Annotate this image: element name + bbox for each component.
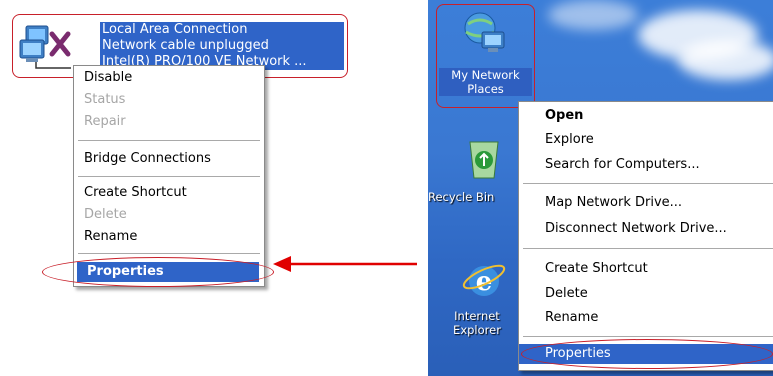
internet-explorer-label[interactable]: Internet Explorer bbox=[442, 309, 512, 337]
menu-item-search-for-computers[interactable]: Search for Computers... bbox=[519, 155, 773, 175]
menu-item-delete[interactable]: Delete bbox=[74, 205, 264, 225]
properties-highlight-ellipse bbox=[42, 257, 274, 287]
menu-separator bbox=[523, 183, 773, 185]
menu-item-create-shortcut[interactable]: Create Shortcut bbox=[519, 259, 773, 279]
menu-item-repair[interactable]: Repair bbox=[74, 112, 264, 132]
menu-item-create-shortcut[interactable]: Create Shortcut bbox=[74, 183, 264, 203]
menu-separator bbox=[78, 253, 260, 255]
red-arrow-icon bbox=[273, 256, 417, 272]
menu-item-status[interactable]: Status bbox=[74, 90, 264, 110]
menu-item-map-network-drive[interactable]: Map Network Drive... bbox=[519, 193, 773, 213]
menu-separator bbox=[523, 336, 773, 338]
menu-separator bbox=[78, 176, 260, 178]
menu-separator bbox=[78, 140, 260, 142]
menu-item-explore[interactable]: Explore bbox=[519, 130, 773, 150]
menu-item-rename[interactable]: Rename bbox=[74, 227, 264, 247]
network-places-highlight-frame bbox=[436, 4, 535, 108]
menu-separator bbox=[523, 248, 773, 250]
menu-item-disable[interactable]: Disable bbox=[74, 68, 264, 88]
recycle-bin-icon[interactable] bbox=[460, 134, 508, 182]
properties-highlight-ellipse bbox=[521, 339, 773, 369]
desktop-context-menu: Open Explore Search for Computers... Map… bbox=[518, 101, 773, 371]
menu-item-disconnect-network-drive[interactable]: Disconnect Network Drive... bbox=[519, 219, 773, 239]
menu-item-rename[interactable]: Rename bbox=[519, 308, 773, 328]
internet-explorer-icon[interactable]: e bbox=[460, 255, 508, 303]
menu-item-open[interactable]: Open bbox=[519, 106, 773, 126]
menu-item-bridge-connections[interactable]: Bridge Connections bbox=[74, 149, 264, 169]
connection-context-menu: Disable Status Repair Bridge Connections… bbox=[73, 65, 265, 287]
menu-item-delete[interactable]: Delete bbox=[519, 284, 773, 304]
